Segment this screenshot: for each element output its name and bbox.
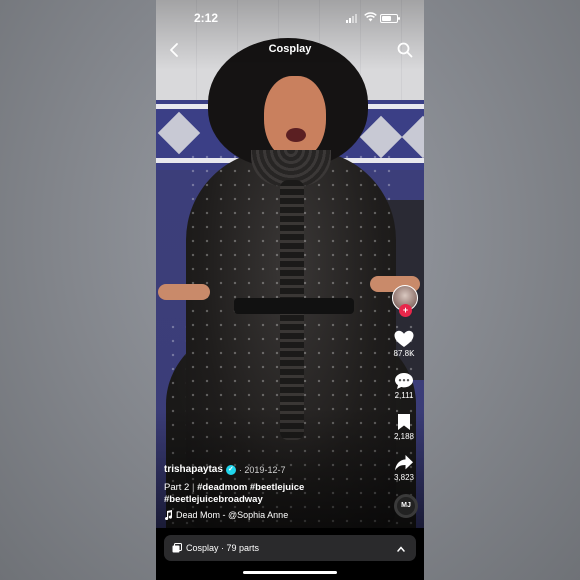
share-button[interactable]: 3,823	[386, 454, 422, 482]
status-time: 2:12	[194, 11, 219, 25]
hashtags[interactable]: #deadmom #beetlejuice	[197, 482, 304, 493]
comment-button[interactable]: 2,111	[386, 372, 422, 400]
comment-icon	[395, 373, 413, 389]
share-arrow-icon	[395, 455, 413, 471]
left-hand	[158, 284, 210, 300]
phone-screen: 2:12 Cosplay + 87.8K 2,111 2,188 3,823 M…	[156, 0, 424, 580]
search-icon[interactable]	[396, 41, 414, 59]
music-note-icon	[165, 510, 173, 520]
hashtags[interactable]: #beetlejuicebroadway	[164, 494, 263, 505]
post-date: · 2019-12-7	[238, 464, 286, 475]
caption-part: Part 2	[164, 482, 190, 493]
chevron-left-icon[interactable]	[166, 41, 184, 59]
playlist-label: Cosplay · 79 parts	[186, 543, 260, 553]
face	[264, 76, 326, 160]
author-name[interactable]: trishapaytas	[164, 464, 223, 475]
playlist-bar[interactable]: Cosplay · 79 parts	[164, 535, 416, 561]
caption-separator: |	[192, 482, 195, 493]
music-row[interactable]: Dead Mom - @Sophia Anne	[164, 510, 288, 520]
home-indicator[interactable]	[243, 571, 337, 574]
like-count: 87.8K	[393, 349, 415, 358]
music-disc[interactable]: MJ	[394, 494, 418, 518]
music-title: Dead Mom - @Sophia Anne	[176, 510, 289, 520]
chevron-up-icon[interactable]	[396, 544, 406, 554]
save-button[interactable]: 2,188	[386, 413, 422, 441]
save-count: 2,188	[393, 432, 415, 441]
caption-line: #beetlejuicebroadway	[164, 494, 263, 505]
status-bar: 2:12	[156, 8, 424, 28]
video-player[interactable]	[156, 0, 424, 528]
heart-icon	[394, 330, 414, 347]
like-button[interactable]: 87.8K	[386, 330, 422, 358]
bookmark-icon	[398, 414, 410, 430]
share-count: 3,823	[393, 473, 415, 482]
playlist-icon	[172, 543, 182, 553]
page-title: Cosplay	[268, 43, 312, 55]
wifi-icon	[364, 12, 377, 22]
verified-badge-icon: ✓	[225, 464, 236, 475]
caption-author-row: trishapaytas ✓ · 2019-12-7	[164, 464, 285, 475]
battery-icon	[380, 14, 400, 23]
caption-line: Part 2 | #deadmom #beetlejuice	[164, 482, 304, 493]
belt	[234, 298, 354, 314]
comment-count: 2,111	[394, 391, 414, 400]
signal-icon	[346, 14, 357, 23]
follow-button[interactable]: +	[399, 304, 412, 317]
